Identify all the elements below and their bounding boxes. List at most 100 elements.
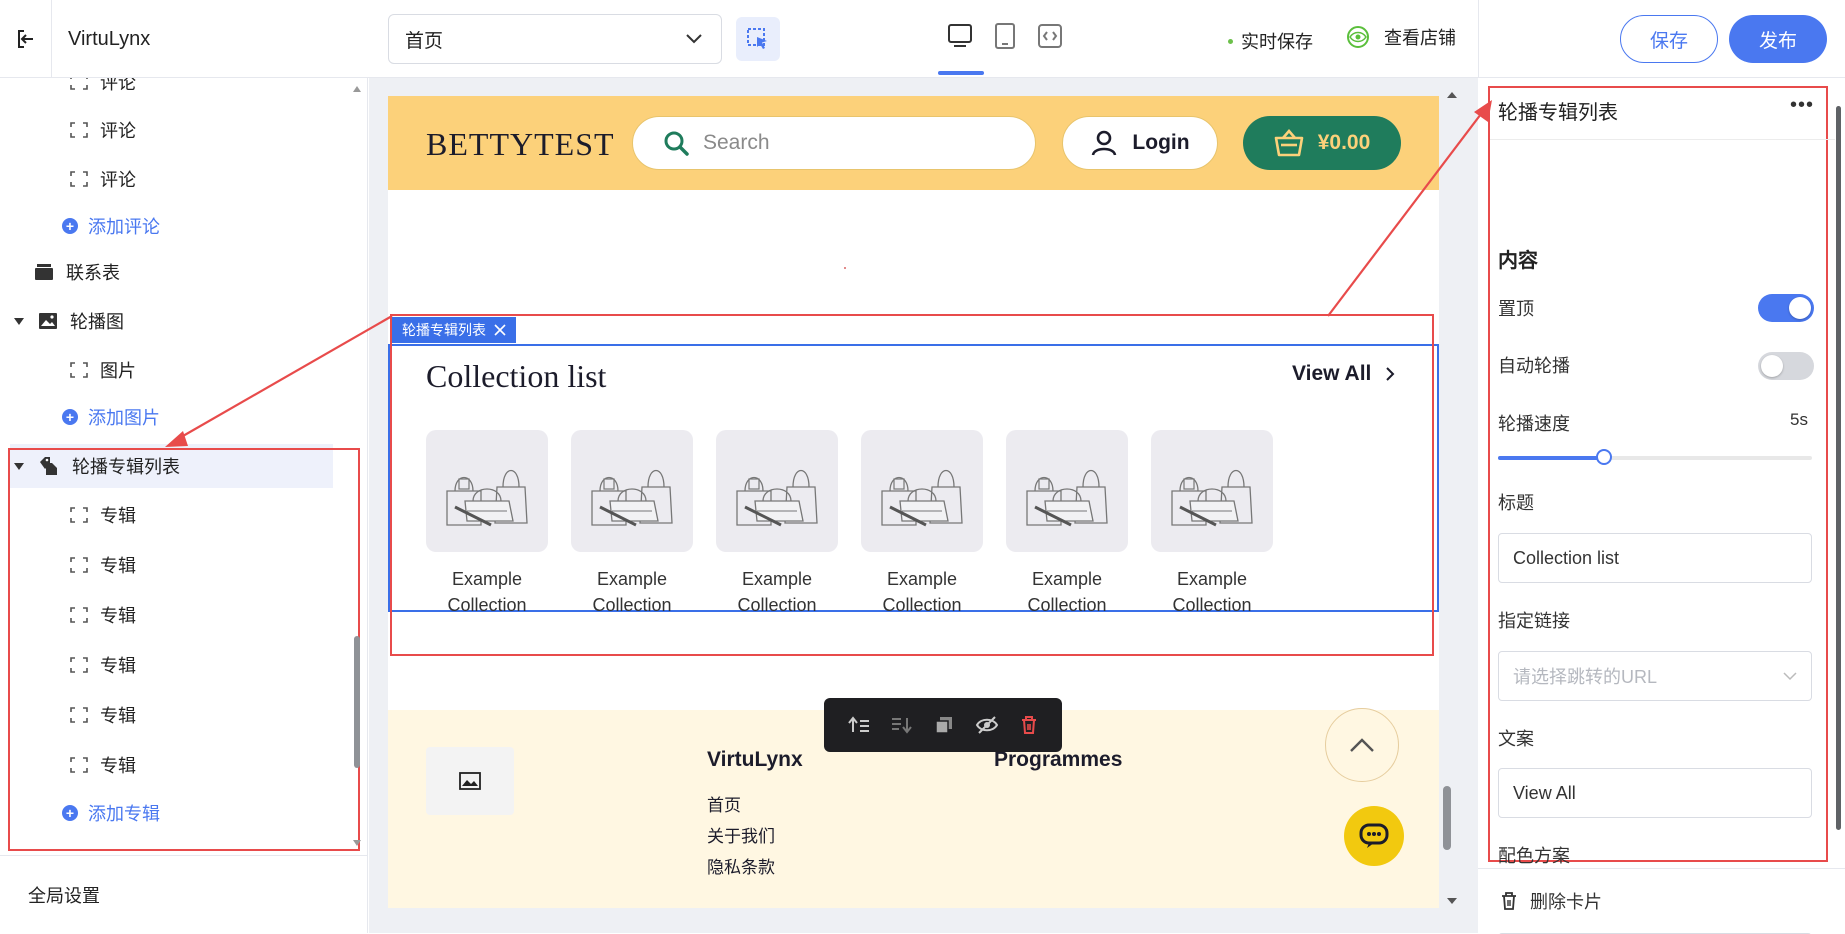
- settings-panel: 轮播专辑列表 ••• 内容 置顶 自动轮播 轮播速度 5s 标题 Collect…: [1478, 78, 1845, 934]
- speed-slider-fill: [1498, 456, 1604, 460]
- pin-label: 置顶: [1498, 299, 1534, 319]
- add-image-label: 添加图片: [88, 408, 160, 428]
- speed-label: 轮播速度: [1498, 414, 1570, 434]
- tree-item-label: 图片: [100, 361, 136, 381]
- store-cart-button[interactable]: ¥0.00: [1243, 116, 1401, 170]
- exit-button[interactable]: [0, 0, 52, 78]
- editor-canvas: BETTYTEST Search Login ¥0.00 轮播专辑列表 Coll…: [369, 78, 1478, 933]
- footer-link[interactable]: 首页: [707, 791, 741, 816]
- component-tree-sidebar: 评论 评论 评论 + 添加评论 联系表 轮播图 图片 + 添加图片 轮播专辑列表…: [0, 78, 368, 933]
- footer-column-title: VirtuLynx: [707, 748, 803, 771]
- tree-item-slideshow[interactable]: 轮播图: [14, 301, 124, 341]
- canvas-scrollbar-thumb[interactable]: [1443, 786, 1451, 850]
- move-down-icon[interactable]: [891, 715, 913, 735]
- delete-card-button[interactable]: 删除卡片: [1478, 868, 1845, 933]
- device-desktop-button[interactable]: [944, 18, 976, 54]
- scroll-down-arrow[interactable]: [352, 838, 362, 848]
- hide-eye-icon[interactable]: [975, 715, 999, 735]
- tree-item-review[interactable]: 评论: [70, 110, 136, 150]
- panel-scrollbar-thumb[interactable]: [1836, 106, 1841, 830]
- footer-link[interactable]: 隐私条款: [707, 853, 775, 878]
- collection-list-title: Collection list: [426, 358, 607, 394]
- cursor-select-icon: [746, 27, 770, 51]
- pin-toggle[interactable]: [1758, 294, 1814, 322]
- image-placeholder-icon: [459, 772, 481, 790]
- block-icon: [70, 171, 88, 187]
- title-input[interactable]: Collection list: [1498, 533, 1812, 583]
- canvas-scroll-down-arrow[interactable]: [1446, 896, 1458, 906]
- device-fullwidth-button[interactable]: [1034, 18, 1066, 54]
- add-image-button[interactable]: + 添加图片: [62, 397, 160, 437]
- duplicate-icon[interactable]: [934, 715, 954, 735]
- chevron-right-icon: [1385, 366, 1395, 382]
- view-store-link[interactable]: 查看店铺: [1346, 24, 1456, 50]
- caret-down-icon: [14, 317, 24, 325]
- speed-slider-handle[interactable]: [1596, 449, 1612, 465]
- chat-bubble-icon: [1359, 823, 1389, 849]
- tree-item-label: 联系表: [66, 263, 120, 283]
- store-brand[interactable]: BETTYTEST: [426, 126, 615, 163]
- tree-item-contact-form[interactable]: 联系表: [34, 252, 120, 292]
- close-icon[interactable]: [494, 324, 506, 336]
- section-tag-label: 轮播专辑列表: [402, 322, 486, 338]
- section-tag[interactable]: 轮播专辑列表: [392, 317, 516, 343]
- chevron-down-icon: [1783, 671, 1797, 681]
- bags-illustration-icon: [1017, 451, 1117, 531]
- autosave-label: 实时保存: [1241, 32, 1313, 52]
- copy-input[interactable]: View All: [1498, 768, 1812, 818]
- add-review-button[interactable]: + 添加评论: [62, 206, 160, 246]
- autoplay-toggle[interactable]: [1758, 352, 1814, 380]
- collection-card[interactable]: Example Collection: [1151, 430, 1273, 618]
- link-select[interactable]: 请选择跳转的URL: [1498, 651, 1812, 701]
- delete-trash-icon[interactable]: [1020, 715, 1038, 735]
- device-tablet-button[interactable]: [989, 18, 1021, 54]
- save-button[interactable]: 保存: [1620, 15, 1718, 63]
- link-placeholder: 请选择跳转的URL: [1513, 667, 1658, 687]
- status-dot: [1228, 38, 1233, 44]
- collection-thumbnail: [571, 430, 693, 552]
- cart-total: ¥0.00: [1317, 131, 1371, 154]
- exit-icon: [15, 28, 37, 50]
- collection-card[interactable]: Example Collection: [426, 430, 548, 618]
- tree-item-review[interactable]: 评论: [70, 159, 136, 199]
- page-select[interactable]: 首页: [388, 14, 722, 64]
- tree-item-image[interactable]: 图片: [70, 350, 136, 390]
- store-login-button[interactable]: Login: [1062, 116, 1218, 170]
- autoplay-label: 自动轮播: [1498, 356, 1570, 376]
- collection-name: Example Collection: [1172, 569, 1252, 615]
- user-icon: [1090, 129, 1118, 157]
- color-scheme-label: 配色方案: [1498, 846, 1570, 866]
- back-to-top-button[interactable]: [1325, 708, 1399, 782]
- toggle-knob: [1761, 355, 1783, 377]
- sidebar-scrollbar-thumb[interactable]: [354, 636, 360, 768]
- title-field-label: 标题: [1498, 493, 1534, 513]
- tree-item-review[interactable]: 评论: [70, 78, 136, 102]
- canvas-scroll-up-arrow[interactable]: [1446, 90, 1458, 100]
- select-element-tool[interactable]: [736, 17, 780, 61]
- collection-thumbnail: [1151, 430, 1273, 552]
- view-all-label: View All: [1292, 362, 1372, 385]
- collection-card[interactable]: Example Collection: [861, 430, 983, 618]
- collection-card[interactable]: Example Collection: [571, 430, 693, 618]
- collection-thumbnail: [861, 430, 983, 552]
- publish-button[interactable]: 发布: [1729, 15, 1827, 63]
- form-icon: [34, 263, 54, 281]
- collection-card[interactable]: Example Collection: [716, 430, 838, 618]
- tablet-icon: [993, 22, 1017, 50]
- bags-illustration-icon: [872, 451, 972, 531]
- bags-illustration-icon: [582, 451, 682, 531]
- plus-circle-icon: +: [62, 218, 78, 234]
- annotation-highlight-box: [1488, 86, 1828, 862]
- global-settings-button[interactable]: 全局设置: [0, 855, 367, 933]
- footer-link[interactable]: 关于我们: [707, 822, 775, 847]
- view-all-link[interactable]: View All: [1292, 362, 1395, 386]
- collection-card[interactable]: Example Collection: [1006, 430, 1128, 618]
- store-search-input[interactable]: Search: [632, 116, 1036, 170]
- login-label: Login: [1132, 131, 1190, 154]
- scroll-up-arrow[interactable]: [352, 84, 362, 94]
- collection-name: Example Collection: [1027, 569, 1107, 615]
- expand-width-icon: [1036, 22, 1064, 50]
- chat-button[interactable]: [1344, 806, 1404, 866]
- move-up-icon[interactable]: [848, 715, 870, 735]
- more-options-icon[interactable]: •••: [1790, 94, 1814, 117]
